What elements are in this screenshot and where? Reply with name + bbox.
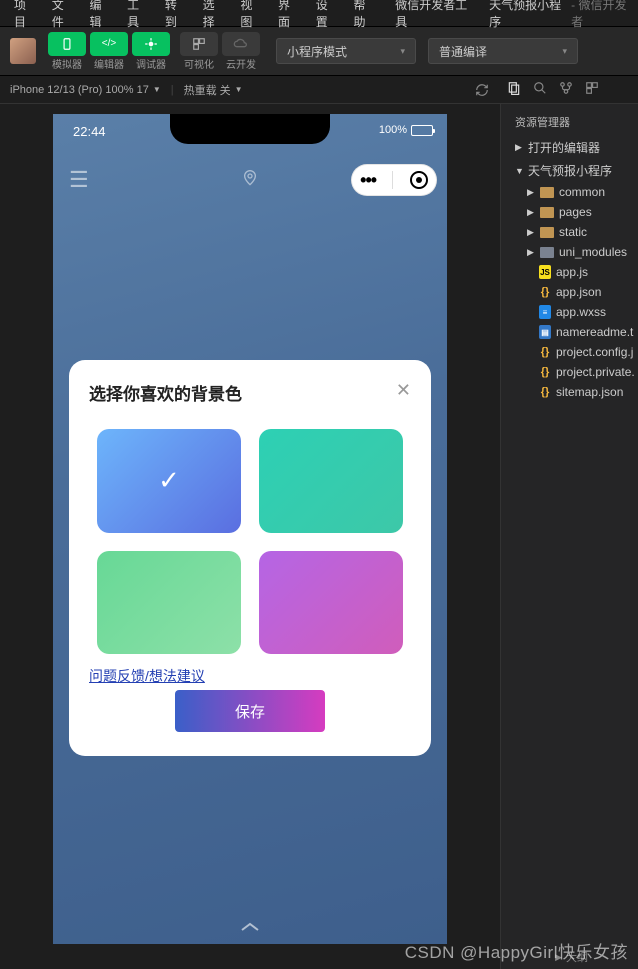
color-picker-modal: 选择你喜欢的背景色 ✕ ✓ 问题反馈/想法建议 保存 xyxy=(69,360,431,756)
refresh-icon[interactable] xyxy=(469,80,495,100)
caret-down-icon: ▼ xyxy=(153,85,161,94)
panel-title: 资源管理器 xyxy=(501,104,638,136)
editor-button[interactable]: </> xyxy=(90,32,128,56)
menu-view[interactable]: 视图 xyxy=(232,0,270,30)
search-icon[interactable] xyxy=(533,81,547,98)
file-project-config[interactable]: {}project.config.j xyxy=(501,342,638,362)
opened-editors-section[interactable]: ▶打开的编辑器 xyxy=(501,136,638,159)
menu-edit[interactable]: 编辑 xyxy=(81,0,119,30)
outline-section[interactable]: ▶大纲 xyxy=(555,949,588,965)
menu-help[interactable]: 帮助 xyxy=(345,0,383,30)
folder-static[interactable]: ▶static xyxy=(501,222,638,242)
file-app-wxss[interactable]: ≡app.wxss xyxy=(501,302,638,322)
visual-label: 可视化 xyxy=(180,56,218,71)
branch-icon[interactable] xyxy=(559,81,573,98)
debugger-label: 调试器 xyxy=(132,56,170,71)
simulator-button[interactable] xyxy=(48,32,86,56)
cloud-button[interactable] xyxy=(222,32,260,56)
project-root[interactable]: ▼天气预报小程序 xyxy=(501,159,638,182)
battery-percent: 100% xyxy=(379,124,407,136)
simulator-label: 模拟器 xyxy=(48,56,86,71)
compile-dropdown-label: 普通编译 xyxy=(439,43,487,60)
project-name: 天气预报小程序 xyxy=(489,0,565,30)
debugger-button[interactable] xyxy=(132,32,170,56)
modal-title: 选择你喜欢的背景色 xyxy=(89,380,411,405)
file-readme[interactable]: ▤namereadme.t xyxy=(501,322,638,342)
menu-select[interactable]: 选择 xyxy=(195,0,233,30)
main-area: 22:44 100% ☰ ••• 选择你喜欢的背景色 ✕ xyxy=(0,104,638,969)
cloud-label: 云开发 xyxy=(222,56,260,71)
caret-down-icon: ▾ xyxy=(562,46,567,57)
menu-settings[interactable]: 设置 xyxy=(308,0,346,30)
location-icon[interactable] xyxy=(242,169,258,192)
extensions-icon[interactable] xyxy=(585,81,599,98)
hot-reload-toggle[interactable]: 热重载 关 xyxy=(184,82,231,98)
compile-dropdown[interactable]: 普通编译 ▾ xyxy=(428,38,578,64)
color-grid: ✓ xyxy=(89,429,411,654)
check-icon: ✓ xyxy=(158,465,180,496)
file-app-js[interactable]: JSapp.js xyxy=(501,262,638,282)
sidebar-icon-bar xyxy=(501,76,638,104)
folder-common[interactable]: ▶common xyxy=(501,182,638,202)
toolbar: </> 模拟器 编辑器 调试器 可视化 云开发 小程序模式 ▾ 普通编译 ▾ xyxy=(0,26,638,76)
avatar[interactable] xyxy=(10,38,36,64)
app-navbar: ☰ ••• xyxy=(53,158,447,202)
color-swatch-purple[interactable] xyxy=(259,551,403,655)
feedback-link[interactable]: 问题反馈/想法建议 xyxy=(89,666,205,686)
project-sub: - 微信开发者 xyxy=(571,0,632,30)
folder-uni-modules[interactable]: ▶uni_modules xyxy=(501,242,638,262)
save-button[interactable]: 保存 xyxy=(175,690,325,732)
menu-file[interactable]: 文件 xyxy=(44,0,82,30)
caret-down-icon: ▼ xyxy=(235,85,243,94)
folder-pages[interactable]: ▶pages xyxy=(501,202,638,222)
mode-dropdown-label: 小程序模式 xyxy=(287,43,347,60)
color-swatch-green[interactable] xyxy=(97,551,241,655)
caret-down-icon: ▾ xyxy=(400,46,405,57)
device-selector[interactable]: iPhone 12/13 (Pro) 100% 17 xyxy=(10,84,149,96)
file-app-json[interactable]: {}app.json xyxy=(501,282,638,302)
color-swatch-blue[interactable]: ✓ xyxy=(97,429,241,533)
file-project-private[interactable]: {}project.private. xyxy=(501,362,638,382)
capsule-close-icon[interactable] xyxy=(410,171,428,189)
hamburger-icon[interactable]: ☰ xyxy=(69,167,89,193)
editor-label: 编辑器 xyxy=(90,56,128,71)
visual-button[interactable] xyxy=(180,32,218,56)
color-swatch-teal[interactable] xyxy=(259,429,403,533)
status-time: 22:44 xyxy=(73,124,106,139)
menu-project[interactable]: 项目 xyxy=(6,0,44,30)
battery-icon xyxy=(411,125,433,136)
menu-interface[interactable]: 界面 xyxy=(270,0,308,30)
explorer-icon[interactable] xyxy=(507,81,521,98)
sidebar: 资源管理器 ▶打开的编辑器 ▼天气预报小程序 ▶common ▶pages ▶s… xyxy=(500,104,638,969)
capsule-menu-icon[interactable]: ••• xyxy=(360,170,376,191)
menu-tools[interactable]: 工具 xyxy=(119,0,157,30)
phone-notch xyxy=(170,114,330,144)
file-tree: ▶打开的编辑器 ▼天气预报小程序 ▶common ▶pages ▶static … xyxy=(501,136,638,402)
app-name: 微信开发者工具 xyxy=(395,0,471,30)
chevron-up-icon[interactable] xyxy=(238,920,262,938)
divider: | xyxy=(171,84,174,96)
mode-dropdown[interactable]: 小程序模式 ▾ xyxy=(276,38,416,64)
simulator-pane: 22:44 100% ☰ ••• 选择你喜欢的背景色 ✕ xyxy=(0,104,500,969)
file-sitemap[interactable]: {}sitemap.json xyxy=(501,382,638,402)
phone-simulator: 22:44 100% ☰ ••• 选择你喜欢的背景色 ✕ xyxy=(53,114,447,944)
wechat-capsule: ••• xyxy=(351,164,437,196)
status-battery: 100% xyxy=(379,124,433,136)
divider xyxy=(392,171,393,189)
close-icon[interactable]: ✕ xyxy=(396,380,411,401)
menu-goto[interactable]: 转到 xyxy=(157,0,195,30)
menubar: 项目 文件 编辑 工具 转到 选择 视图 界面 设置 帮助 微信开发者工具 天气… xyxy=(0,0,638,26)
